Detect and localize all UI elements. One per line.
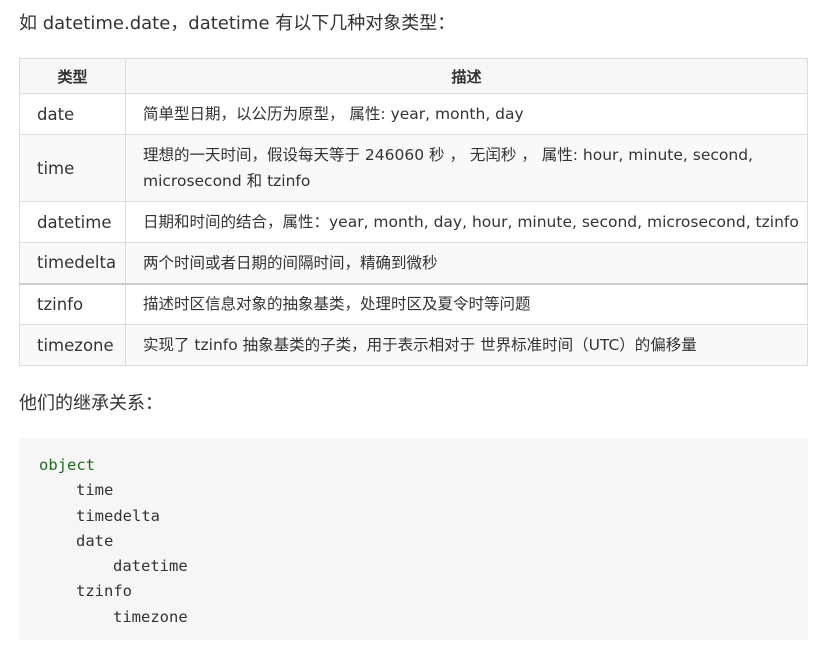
- header-description: 描述: [125, 58, 808, 94]
- table-row: timezone 实现了 tzinfo 抽象基类的子类，用于表示相对于 世界标准…: [19, 324, 808, 366]
- code-line-datetime: datetime: [113, 557, 188, 576]
- code-line-tzinfo: tzinfo: [76, 582, 132, 601]
- inheritance-heading: 他们的继承关系：: [19, 393, 163, 414]
- code-line-object: object: [39, 456, 95, 474]
- description-cell: 理想的一天时间，假设每天等于 246060 秒 ， 无闰秒 ， 属性: hour…: [125, 134, 808, 202]
- description-cell: 两个时间或者日期的间隔时间，精确到微秒: [125, 242, 808, 284]
- header-type: 类型: [19, 58, 126, 94]
- description-cell: 简单型日期，以公历为原型， 属性: year, month, day: [125, 93, 808, 135]
- intro-paragraph: 如 datetime.date，datetime 有以下几种对象类型：: [19, 13, 456, 34]
- table-row: tzinfo 描述时区信息对象的抽象基类，处理时区及夏令时等问题: [19, 282, 808, 325]
- code-line-timezone: timezone: [113, 607, 188, 626]
- code-block: object time timedelta date datetime tzinfo tim…: [19, 438, 808, 640]
- table-header-row: 类型 描述: [19, 58, 808, 94]
- type-cell: time: [19, 134, 126, 202]
- code-content: object time timedelta date datetime tzinfo tim…: [39, 453, 188, 630]
- table-row: timedelta 两个时间或者日期的间隔时间，精确到微秒: [19, 242, 808, 284]
- table-row: time 理想的一天时间，假设每天等于 246060 秒 ， 无闰秒 ， 属性:…: [19, 134, 808, 202]
- code-line-timedelta: timedelta: [76, 506, 160, 525]
- type-cell: datetime: [19, 201, 126, 243]
- description-cell: 日期和时间的结合，属性：year, month, day, hour, minu…: [125, 201, 808, 243]
- type-cell: timezone: [19, 324, 126, 366]
- type-cell: tzinfo: [19, 282, 126, 325]
- code-line-date: date: [76, 531, 114, 550]
- type-cell: date: [19, 93, 126, 135]
- type-cell: timedelta: [19, 242, 126, 284]
- description-cell: 实现了 tzinfo 抽象基类的子类，用于表示相对于 世界标准时间（UTC）的偏…: [125, 324, 808, 366]
- description-cell: 描述时区信息对象的抽象基类，处理时区及夏令时等问题: [125, 282, 808, 325]
- object-types-table: 类型 描述 date 简单型日期，以公历为原型， 属性: year, month…: [19, 58, 808, 366]
- code-line-time: time: [76, 481, 114, 500]
- table-row: datetime 日期和时间的结合，属性：year, month, day, h…: [19, 201, 808, 243]
- table-row: date 简单型日期，以公历为原型， 属性: year, month, day: [19, 93, 808, 135]
